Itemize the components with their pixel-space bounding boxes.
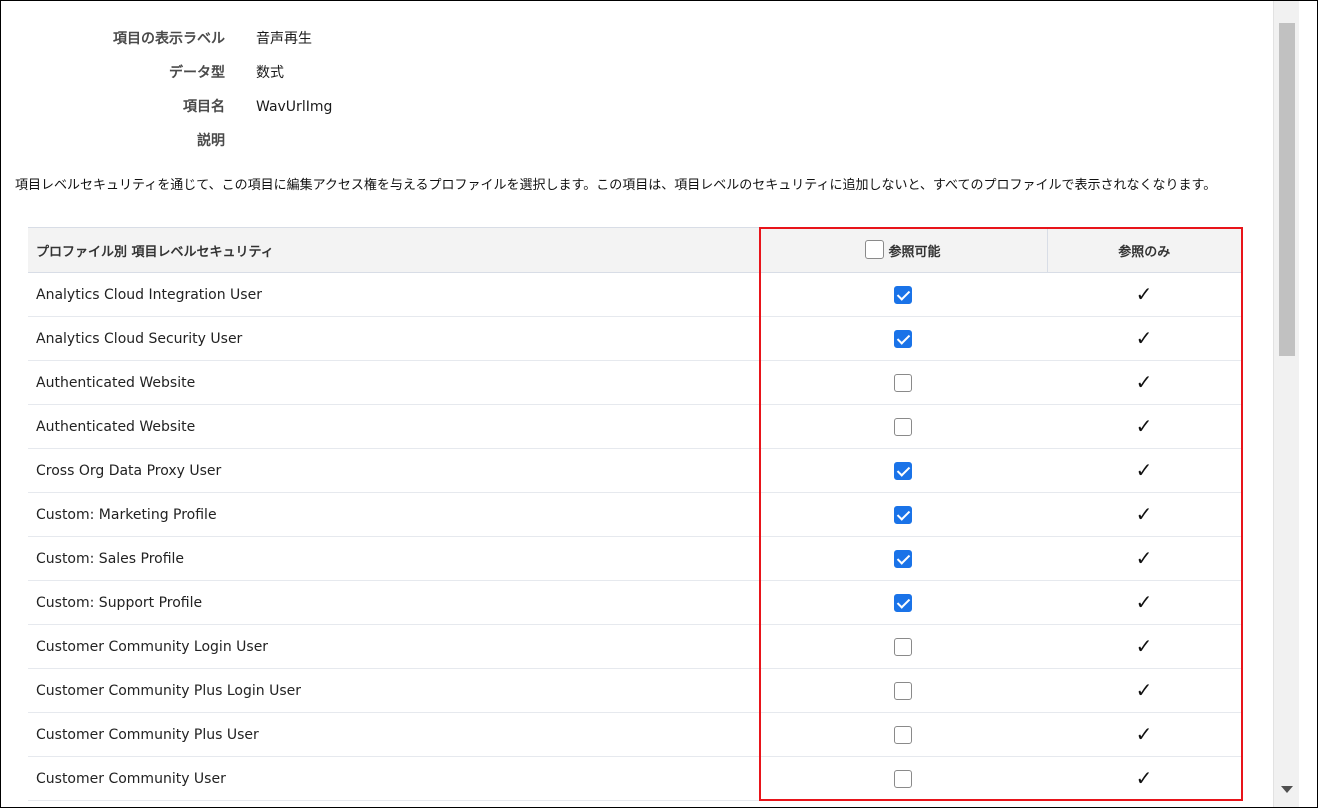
table-row: Custom: Sales Profile ✓: [28, 536, 1241, 581]
readonly-cell: ✓: [1047, 492, 1241, 537]
visible-checkbox[interactable]: [894, 681, 912, 700]
table-row: Custom: Support Profile ✓: [28, 580, 1241, 625]
readonly-cell: ✓: [1047, 756, 1241, 801]
scroll-down-arrow-icon[interactable]: [1281, 786, 1293, 793]
visible-checkbox[interactable]: [894, 373, 912, 392]
profile-name: Custom: Marketing Profile: [28, 492, 759, 537]
visible-cell: [759, 756, 1047, 801]
readonly-cell: ✓: [1047, 712, 1241, 757]
header-visible: 参照可能: [758, 228, 1047, 273]
visible-cell: [759, 668, 1047, 713]
field-level-security-table: プロファイル別 項目レベルセキュリティ 参照可能 参照のみ Analytics …: [28, 227, 1241, 801]
right-margin: [1299, 1, 1317, 807]
field-row-label: 項目の表示ラベル 音声再生: [1, 27, 701, 51]
visible-checkbox[interactable]: [894, 285, 912, 304]
profile-name: Custom: Support Profile: [28, 580, 759, 625]
visible-checkbox[interactable]: [894, 417, 912, 436]
header-visible-label: 参照可能: [888, 245, 941, 260]
visible-cell: [759, 624, 1047, 669]
field-label-description: 説明: [197, 133, 225, 149]
visible-cell: [759, 448, 1047, 493]
field-row-description: 説明: [1, 129, 701, 153]
check-mark-icon: ✓: [1135, 590, 1153, 614]
check-mark-icon: ✓: [1135, 282, 1153, 306]
profile-name: Custom: Sales Profile: [28, 536, 759, 581]
check-mark-icon: ✓: [1135, 722, 1153, 746]
readonly-cell: ✓: [1047, 272, 1241, 317]
profile-name: Cross Org Data Proxy User: [28, 448, 759, 493]
field-value-api-name: WavUrlImg: [256, 99, 333, 115]
table-row: Customer Community Plus User ✓: [28, 712, 1241, 757]
visible-cell: [759, 580, 1047, 625]
check-mark-icon: ✓: [1135, 634, 1153, 658]
readonly-cell: ✓: [1047, 624, 1241, 669]
field-row-data-type: データ型 数式: [1, 61, 701, 85]
table-header-row: プロファイル別 項目レベルセキュリティ 参照可能 参照のみ: [28, 228, 1241, 273]
header-readonly: 参照のみ: [1046, 228, 1241, 273]
visible-checkbox[interactable]: [894, 769, 912, 788]
visible-cell: [759, 272, 1047, 317]
profile-name: Customer Community User: [28, 756, 759, 801]
visible-cell: [759, 360, 1047, 405]
profile-name: Authenticated Website: [28, 360, 759, 405]
check-mark-icon: ✓: [1135, 678, 1153, 702]
table-row: Customer Community User ✓: [28, 756, 1241, 801]
table-row: Analytics Cloud Integration User ✓: [28, 272, 1241, 317]
visible-cell: [759, 492, 1047, 537]
visible-cell: [759, 404, 1047, 449]
table-row: Customer Community Plus Login User ✓: [28, 668, 1241, 713]
table-row: Customer Community Login User ✓: [28, 624, 1241, 669]
visible-checkbox[interactable]: [894, 637, 912, 656]
readonly-cell: ✓: [1047, 448, 1241, 493]
field-value-display-label: 音声再生: [256, 31, 312, 47]
table-row: Cross Org Data Proxy User ✓: [28, 448, 1241, 493]
readonly-cell: ✓: [1047, 404, 1241, 449]
visible-checkbox[interactable]: [894, 725, 912, 744]
check-mark-icon: ✓: [1135, 458, 1153, 482]
readonly-cell: ✓: [1047, 536, 1241, 581]
visible-cell: [759, 316, 1047, 361]
select-all-visible-checkbox[interactable]: [865, 240, 885, 259]
readonly-cell: ✓: [1047, 360, 1241, 405]
field-label-data-type: データ型: [169, 65, 225, 81]
field-value-data-type: 数式: [256, 65, 284, 81]
profile-name: Customer Community Plus Login User: [28, 668, 759, 713]
scrollbar-thumb[interactable]: [1279, 23, 1295, 356]
check-mark-icon: ✓: [1135, 326, 1153, 350]
profile-name: Analytics Cloud Security User: [28, 316, 759, 361]
visible-checkbox[interactable]: [894, 505, 912, 524]
visible-checkbox[interactable]: [894, 549, 912, 568]
vertical-scrollbar[interactable]: [1273, 1, 1300, 807]
check-mark-icon: ✓: [1135, 370, 1153, 394]
profile-name: Customer Community Login User: [28, 624, 759, 669]
readonly-cell: ✓: [1047, 580, 1241, 625]
readonly-cell: ✓: [1047, 316, 1241, 361]
visible-cell: [759, 536, 1047, 581]
check-mark-icon: ✓: [1135, 502, 1153, 526]
profile-name: Analytics Cloud Integration User: [28, 272, 759, 317]
field-row-api-name: 項目名 WavUrlImg: [1, 95, 701, 119]
table-row: Custom: Marketing Profile ✓: [28, 492, 1241, 537]
check-mark-icon: ✓: [1135, 546, 1153, 570]
visible-checkbox[interactable]: [894, 461, 912, 480]
table-row: Authenticated Website ✓: [28, 404, 1241, 449]
page-frame: 項目の表示ラベル 音声再生 データ型 数式 項目名 WavUrlImg 説明 項…: [0, 0, 1318, 808]
field-label-api-name: 項目名: [183, 99, 225, 115]
profile-name: Authenticated Website: [28, 404, 759, 449]
visible-cell: [759, 712, 1047, 757]
profile-name: Customer Community Plus User: [28, 712, 759, 757]
header-profile: プロファイル別 項目レベルセキュリティ: [28, 228, 759, 273]
field-label-display-label: 項目の表示ラベル: [113, 31, 225, 47]
fls-description-text: 項目レベルセキュリティを通じて、この項目に編集アクセス権を与えるプロファイルを選…: [15, 178, 1217, 193]
check-mark-icon: ✓: [1135, 414, 1153, 438]
visible-checkbox[interactable]: [894, 593, 912, 612]
readonly-cell: ✓: [1047, 668, 1241, 713]
table-row: Authenticated Website ✓: [28, 360, 1241, 405]
table-row: Analytics Cloud Security User ✓: [28, 316, 1241, 361]
check-mark-icon: ✓: [1135, 766, 1153, 790]
visible-checkbox[interactable]: [894, 329, 912, 348]
